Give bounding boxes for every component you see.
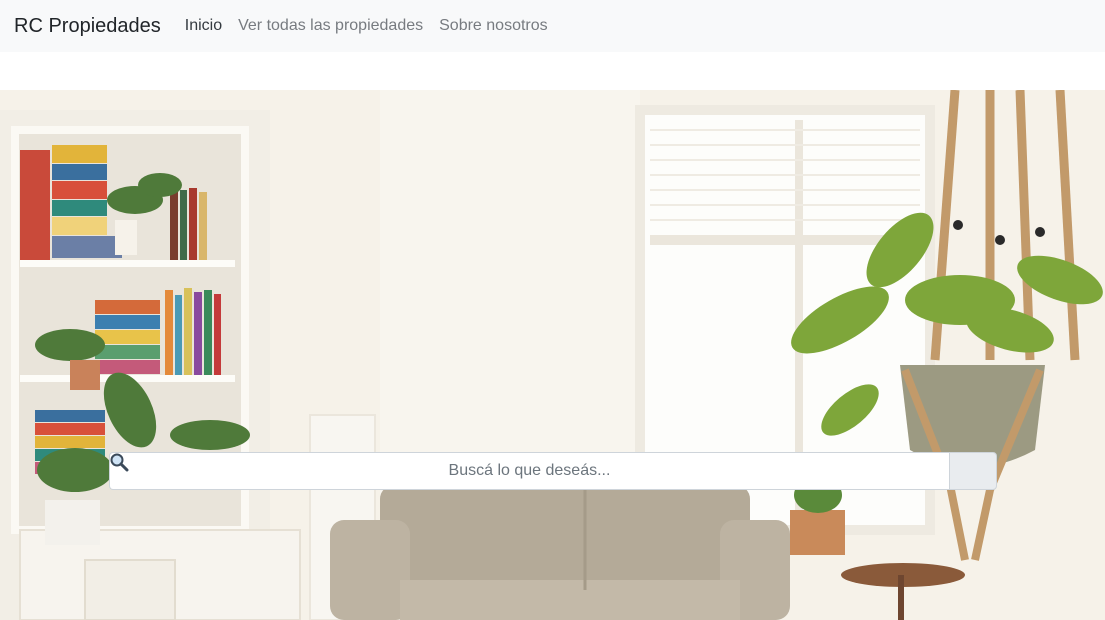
search-button[interactable] <box>110 452 997 490</box>
navbar: RC Propiedades Inicio Ver todas las prop… <box>0 0 1105 52</box>
magnifier-icon <box>110 453 129 472</box>
nav-link-inicio[interactable]: Inicio <box>185 17 222 35</box>
living-room-photo <box>0 90 1105 620</box>
sofa <box>330 485 790 620</box>
navbar-brand[interactable]: RC Propiedades <box>14 15 161 38</box>
search-bar <box>109 452 997 490</box>
nav-link-propiedades[interactable]: Ver todas las propiedades <box>238 17 423 35</box>
search-input[interactable] <box>109 452 949 490</box>
nav-link-sobre-nosotros[interactable]: Sobre nosotros <box>439 17 548 35</box>
hero-banner <box>0 90 1105 620</box>
